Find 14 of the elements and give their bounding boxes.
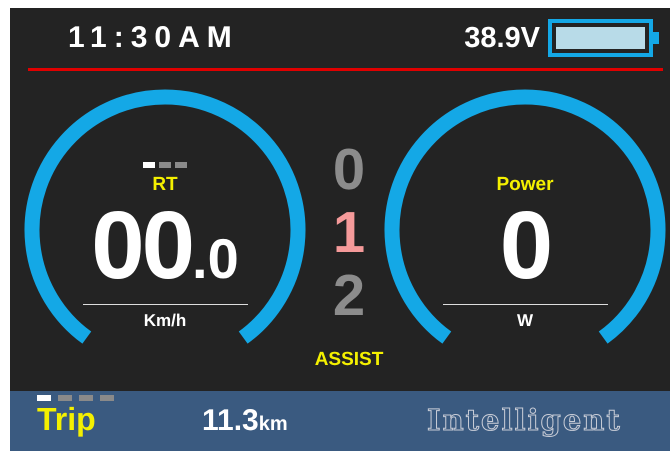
gauge-label: Power bbox=[496, 174, 554, 197]
ride-mode: Intelligent bbox=[427, 403, 622, 437]
gauge-unit: W bbox=[516, 311, 534, 331]
trip-label: Trip bbox=[37, 401, 97, 438]
assist-level: 0 bbox=[332, 138, 366, 201]
clock-time: 11:30AM bbox=[68, 21, 239, 55]
gauge-value: 0 bbox=[500, 198, 550, 298]
assist-level: 2 bbox=[332, 264, 366, 327]
battery-icon bbox=[548, 19, 660, 57]
gauge-unit: Km/h bbox=[144, 311, 186, 331]
battery-voltage: 38.9V bbox=[464, 22, 540, 54]
gauge-label: RT bbox=[152, 174, 178, 197]
assist-label: ASSIST bbox=[314, 349, 384, 371]
assist-level: 1 bbox=[332, 201, 366, 264]
